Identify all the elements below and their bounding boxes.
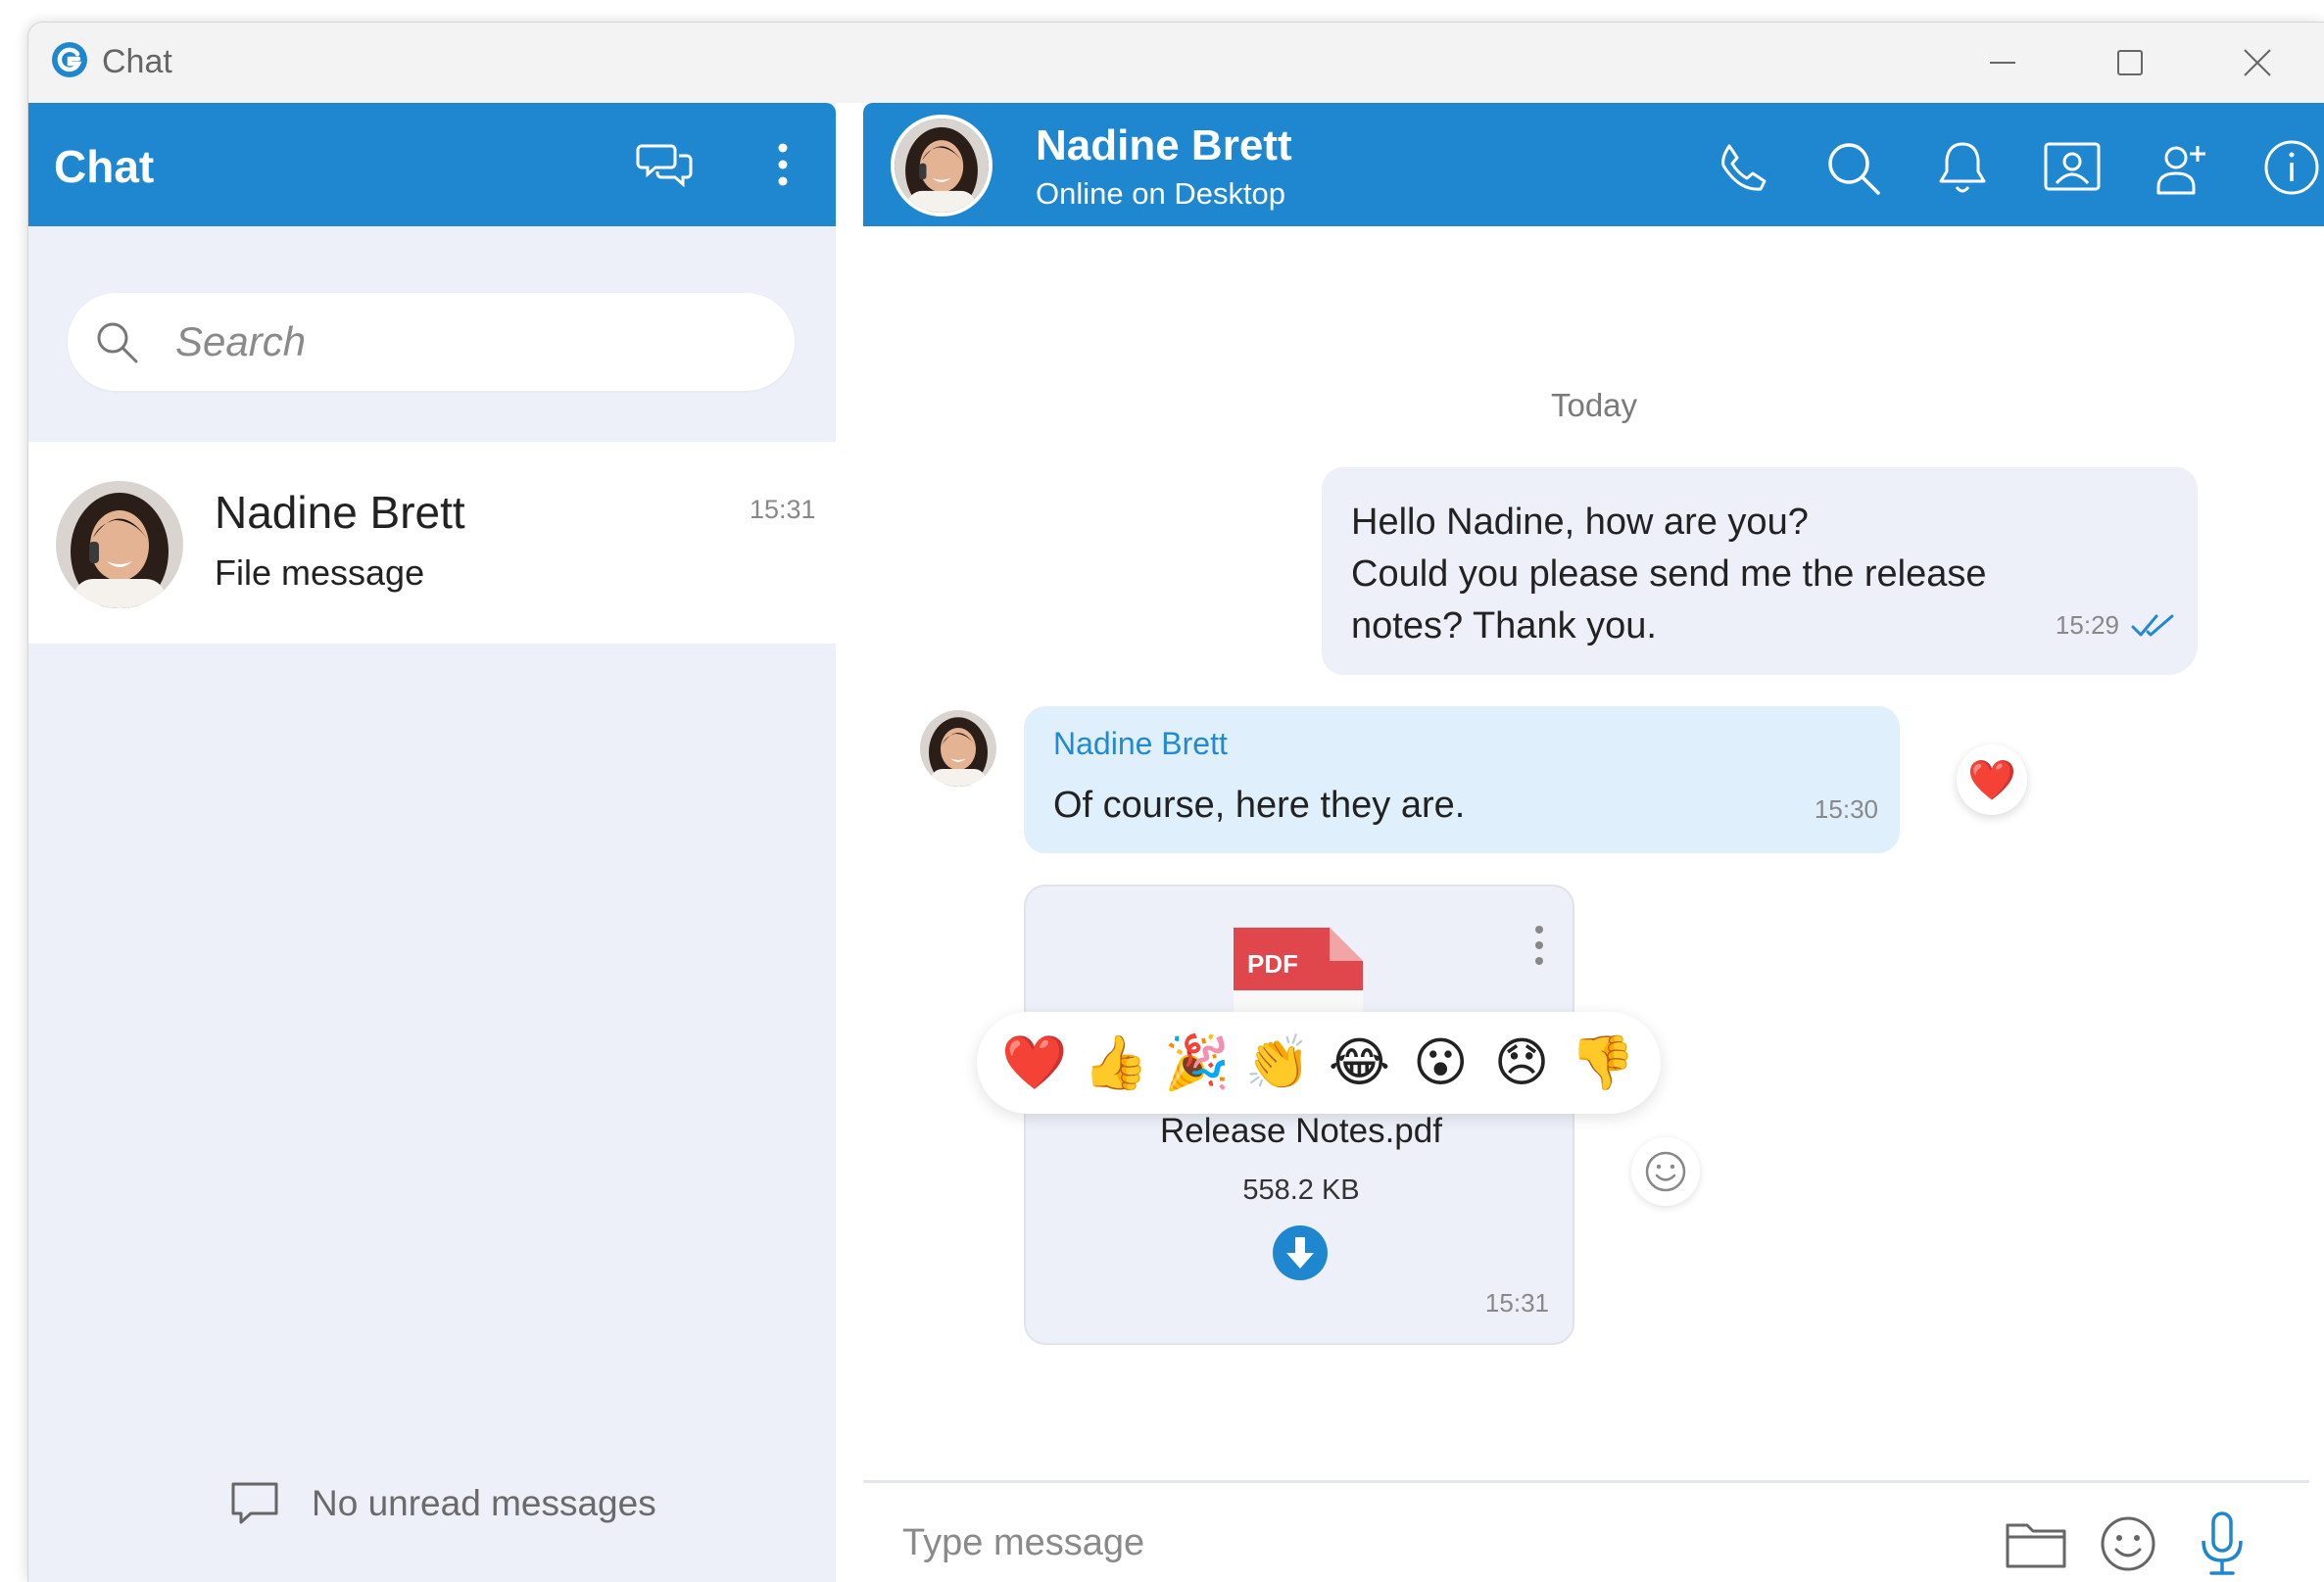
file-type-label: PDF xyxy=(1247,949,1298,979)
conversation-list-header: Chat xyxy=(28,103,836,226)
reaction-sad[interactable]: 😞 xyxy=(1487,1029,1556,1097)
date-separator: Today xyxy=(1550,387,1638,423)
reaction-party[interactable]: 🎉 xyxy=(1163,1029,1232,1097)
reaction-clap[interactable]: 👏 xyxy=(1244,1029,1313,1097)
contact-card-icon[interactable] xyxy=(2041,136,2104,199)
info-icon[interactable] xyxy=(2260,136,2323,199)
window-title: Chat xyxy=(102,43,172,80)
contact-avatar[interactable] xyxy=(891,115,993,216)
sender-name: Nadine Brett xyxy=(1053,726,1228,761)
message-time: 15:31 xyxy=(1484,1288,1549,1318)
maximize-icon xyxy=(2117,50,2143,75)
add-reaction-button[interactable] xyxy=(1631,1137,1700,1206)
reaction-picker: ❤️ 👍 🎉 👏 😂 😮 😞 👎 xyxy=(977,1012,1661,1114)
message-time: 15:30 xyxy=(1814,794,1878,824)
conversation-preview: File message xyxy=(215,552,425,593)
message-text: Of course, here they are. xyxy=(1053,785,1466,826)
sender-avatar xyxy=(920,710,996,787)
contact-name: Nadine Brett xyxy=(1036,121,1292,169)
app-window: Chat Chat Search Nadine Brett File messa… xyxy=(27,22,2324,1582)
conversation-time: 15:31 xyxy=(750,495,816,524)
title-bar: Chat xyxy=(28,23,2324,103)
app-logo-icon xyxy=(52,42,87,77)
conversation-list-panel: Chat Search Nadine Brett File message 15… xyxy=(28,103,836,1582)
conversation-item[interactable]: Nadine Brett File message 15:31 xyxy=(28,442,836,644)
incoming-message[interactable]: Nadine Brett Of course, here they are. 1… xyxy=(1024,706,1900,853)
close-button[interactable] xyxy=(2223,40,2292,85)
composer-divider xyxy=(863,1480,2309,1483)
microphone-icon[interactable] xyxy=(2188,1510,2256,1578)
add-user-icon[interactable] xyxy=(2151,136,2213,199)
reaction-laugh[interactable]: 😂 xyxy=(1325,1029,1393,1097)
file-size: 558.2 KB xyxy=(1242,1175,1360,1206)
reaction-surprised[interactable]: 😮 xyxy=(1406,1029,1475,1097)
folder-icon[interactable] xyxy=(2002,1510,2070,1578)
outgoing-message[interactable]: Hello Nadine, how are you? Could you ple… xyxy=(1322,467,2198,675)
message-meta: 15:29 xyxy=(2056,610,2176,641)
minimize-icon xyxy=(1990,62,2015,64)
minimize-button[interactable] xyxy=(1968,40,2037,85)
message-line: Could you please send me the release xyxy=(1351,553,1987,595)
search-icon[interactable] xyxy=(1821,136,1884,199)
emoji-icon[interactable] xyxy=(2094,1510,2162,1578)
message-time: 15:29 xyxy=(2055,610,2119,640)
reaction-heart[interactable]: ❤️ xyxy=(1000,1029,1069,1097)
close-icon xyxy=(2244,49,2271,76)
more-options-icon[interactable] xyxy=(1527,922,1551,973)
smiley-icon xyxy=(1645,1151,1686,1192)
message-line: notes? Thank you. xyxy=(1351,605,1657,647)
message-text: Hello Nadine, how are you? Could you ple… xyxy=(1351,497,2037,652)
double-check-icon xyxy=(2131,614,2174,636)
chat-header: Nadine Brett Online on Desktop xyxy=(863,103,2324,226)
message-line: Hello Nadine, how are you? xyxy=(1351,502,1809,543)
message-reaction[interactable]: ❤️ xyxy=(1957,744,2027,815)
file-name: Release Notes.pdf xyxy=(1160,1112,1442,1150)
conversation-name: Nadine Brett xyxy=(215,487,465,538)
search-input[interactable] xyxy=(175,312,763,371)
contact-status: Online on Desktop xyxy=(1036,176,1286,211)
no-unread-text: No unread messages xyxy=(312,1483,656,1523)
no-unread-status: No unread messages xyxy=(229,1474,656,1533)
search-box[interactable] xyxy=(68,293,795,391)
chat-panel: Nadine Brett Online on Desktop Today Hel… xyxy=(863,103,2324,1582)
new-chat-icon[interactable] xyxy=(636,138,695,191)
file-message[interactable]: PDF Release Notes.pdf 558.2 KB 15:31 xyxy=(1024,885,1574,1345)
reaction-thumbs-up[interactable]: 👍 xyxy=(1082,1029,1150,1097)
download-icon[interactable] xyxy=(1271,1223,1330,1282)
panel-title: Chat xyxy=(54,141,155,192)
reaction-thumbs-down[interactable]: 👎 xyxy=(1569,1029,1637,1097)
bell-icon[interactable] xyxy=(1931,136,1994,199)
message-input[interactable] xyxy=(902,1504,1882,1582)
more-options-icon[interactable] xyxy=(763,138,802,191)
avatar xyxy=(56,481,183,608)
pdf-file-icon: PDF xyxy=(1234,928,1363,1026)
maximize-button[interactable] xyxy=(2096,40,2164,85)
search-icon xyxy=(97,322,138,363)
chat-bubble-icon xyxy=(231,1482,278,1524)
phone-icon[interactable] xyxy=(1712,136,1774,199)
